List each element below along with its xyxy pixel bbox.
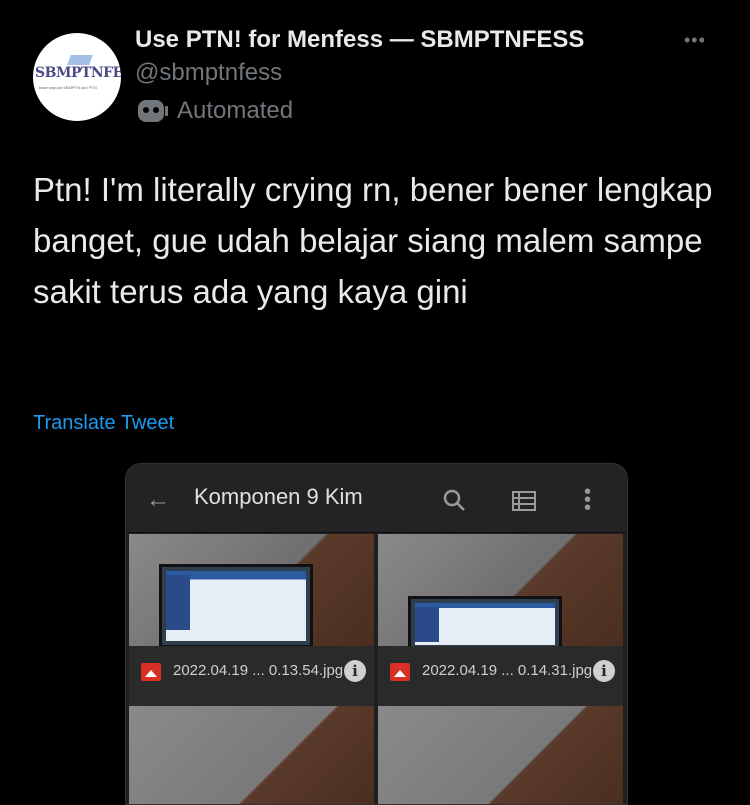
user-handle[interactable]: @sbmptnfess (135, 59, 282, 87)
info-icon: i (593, 660, 615, 682)
graduation-cap-icon (67, 55, 93, 65)
monitor-photo (408, 596, 562, 652)
image-file-icon (141, 663, 161, 681)
back-arrow-icon: ← (146, 486, 170, 513)
avatar-logo-subtext: base seputar SBMPTN dan PTN (39, 85, 97, 90)
translate-tweet-link[interactable]: Translate Tweet (33, 412, 174, 435)
monitor-photo (159, 564, 313, 648)
file-caption: 2022.04.19 ... 0.13.54.jpg i (129, 646, 374, 698)
file-name: 2022.04.19 ... 0.13.54.jpg (173, 662, 344, 679)
file-name: 2022.04.19 ... 0.14.31.jpg (422, 662, 593, 679)
automated-label: Automated (135, 96, 293, 126)
avatar[interactable]: SBMPTNFESS base seputar SBMPTN dan PTN (33, 33, 121, 121)
search-icon (443, 489, 465, 511)
list-view-icon (512, 491, 536, 511)
file-thumbnail: 2022.04.19 ... 0.14.31.jpg i (378, 534, 623, 706)
avatar-logo-text: SBMPTNFESS (35, 65, 121, 81)
file-thumbnail (378, 706, 623, 804)
more-options-button[interactable]: ••• (684, 30, 706, 51)
display-name[interactable]: Use PTN! for Menfess — SBMPTNFESS (135, 26, 584, 54)
file-thumbnail (129, 706, 374, 804)
tweet-media-image[interactable]: ← Komponen 9 Kim • • • 2022.04.19 ... 0.13… (125, 463, 628, 805)
image-file-icon (390, 663, 410, 681)
folder-title: Komponen 9 Kim (194, 484, 363, 509)
info-icon: i (344, 660, 366, 682)
file-caption: 2022.04.19 ... 0.14.31.jpg i (378, 646, 623, 698)
more-vert-icon: • • • (584, 481, 592, 519)
automated-text: Automated (177, 97, 294, 124)
robot-icon (138, 100, 168, 122)
file-thumbnail: 2022.04.19 ... 0.13.54.jpg i (129, 534, 374, 706)
file-browser-header: ← Komponen 9 Kim • • • (126, 464, 627, 533)
tweet-text: Ptn! I'm literally crying rn, bener bene… (33, 171, 713, 310)
